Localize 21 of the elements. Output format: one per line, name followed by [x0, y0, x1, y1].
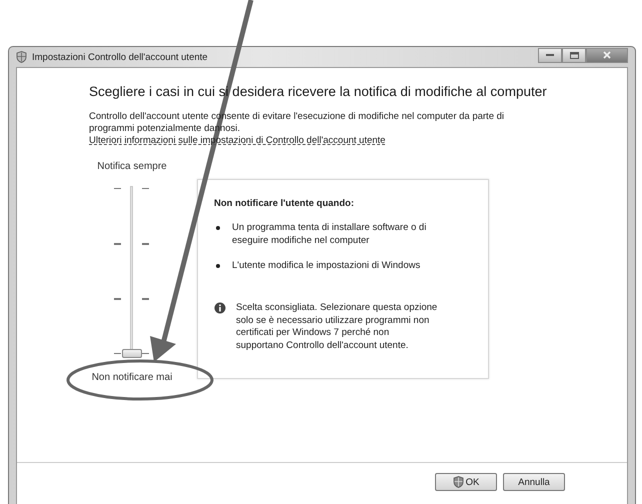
cancel-button[interactable]: Annulla [503, 473, 565, 491]
slider-thumb[interactable] [122, 349, 142, 358]
note-text: Scelta sconsigliata. Selezionare questa opzione solo se è necessario utilizzare programmi non certificati per Windows 7 perché non supportano Controllo dell'account utente. [236, 302, 438, 352]
shield-icon [16, 51, 27, 63]
minimize-button[interactable] [538, 48, 562, 62]
minimize-icon [546, 54, 554, 56]
ok-button[interactable]: OK [435, 473, 497, 491]
info-icon [214, 302, 226, 314]
slider-top-label: Notifica sempre [97, 161, 167, 172]
shield-icon [452, 476, 464, 488]
bullet-icon [216, 226, 220, 230]
window-title: Impostazioni Controllo dell'account utente [32, 52, 208, 62]
close-icon [603, 51, 611, 59]
bullet-text: Un programma tenta di installare software o di eseguire modifiche nel computer [232, 221, 428, 247]
maximize-icon [570, 52, 578, 58]
maximize-button[interactable] [562, 48, 586, 62]
bullet-icon [216, 264, 220, 268]
bullet-text: L'utente modifica le impostazioni di Windows [232, 259, 420, 272]
close-button[interactable] [586, 48, 628, 62]
panel-title: Non notificare l'utente quando: [214, 198, 356, 209]
slider-bottom-label: Non notificare mai [92, 372, 172, 383]
